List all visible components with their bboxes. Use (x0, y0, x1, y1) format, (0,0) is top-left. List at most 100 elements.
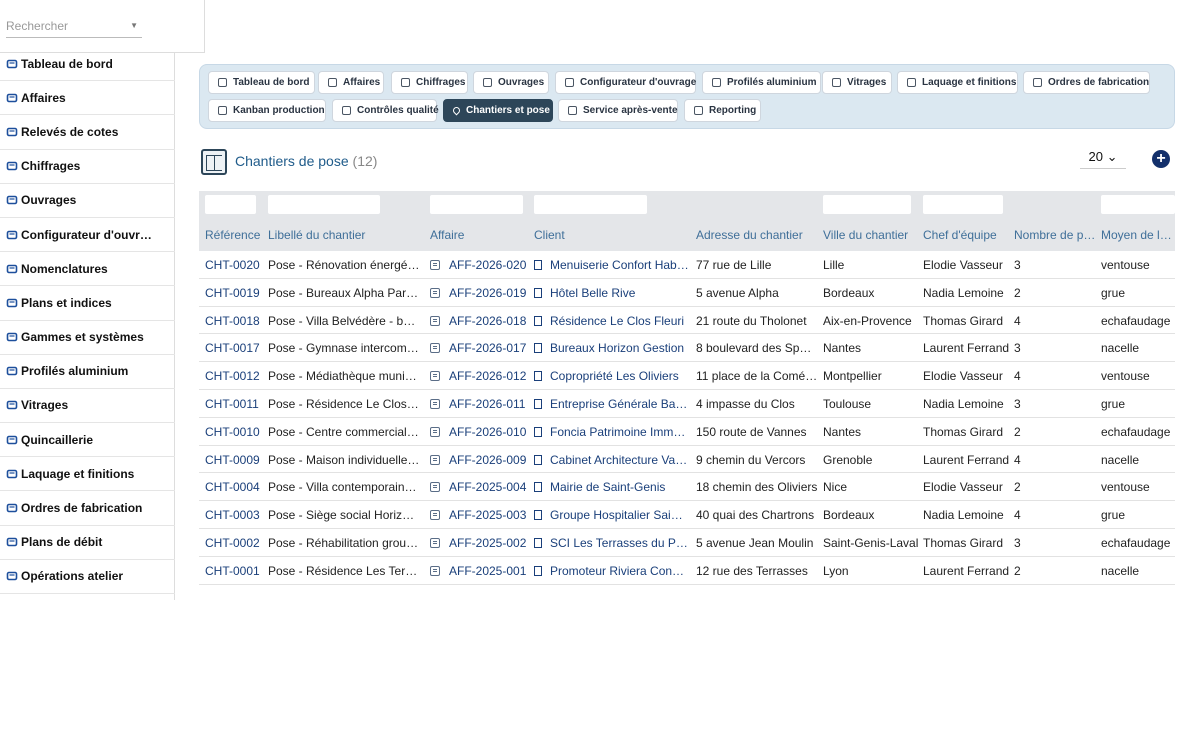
table-row[interactable]: CHT-0003 Pose - Siège social Horizon … AFF… (199, 501, 1175, 529)
sidebar-item[interactable]: Nomenclatures (0, 252, 175, 287)
sidebar-item[interactable]: Gammes et systèmes (0, 321, 175, 355)
sidebar-item[interactable]: Vitrages (0, 389, 175, 424)
sidebar-item[interactable]: Ordres de fabrication (0, 491, 175, 526)
table-cell[interactable]: CHT-0002 (205, 536, 263, 550)
table-cell[interactable]: CHT-0011 (205, 397, 263, 411)
table-row[interactable]: CHT-0012 Pose - Médiathèque munici… AFF-20… (199, 362, 1175, 390)
nav-tab[interactable]: Chiffrages (391, 71, 468, 94)
sidebar-item[interactable]: Plans et indices (0, 286, 175, 321)
table-row[interactable]: CHT-0019 Pose - Bureaux Alpha Park … AFF-2… (199, 279, 1175, 307)
table-row[interactable]: CHT-0009 Pose - Maison individuelle à… AFF… (199, 446, 1175, 474)
column-filter-input[interactable] (1101, 195, 1175, 214)
column-header[interactable]: Affaire (430, 228, 530, 242)
nav-tab[interactable]: Contrôles qualité (332, 99, 439, 122)
table-row[interactable]: CHT-0018 Pose - Villa Belvédère - bai… AFF… (199, 307, 1175, 335)
table-cell[interactable]: AFF-2025-001 (430, 564, 530, 578)
sidebar-item[interactable]: Configurateur d'ouvr… (0, 218, 175, 253)
table-cell[interactable]: Hôtel Belle Rive (534, 286, 689, 300)
cell-text: Lille (823, 258, 845, 272)
table-cell[interactable]: CHT-0010 (205, 425, 263, 439)
table-cell[interactable]: AFF-2026-018 (430, 314, 530, 328)
table-cell[interactable]: AFF-2026-010 (430, 425, 530, 439)
column-header[interactable]: Client (534, 228, 689, 242)
table-cell[interactable]: CHT-0020 (205, 258, 263, 272)
sidebar-item[interactable]: Affaires (0, 81, 175, 116)
nav-tab[interactable]: Ouvrages (473, 71, 549, 94)
sidebar-item[interactable]: Ouvrages (0, 184, 175, 218)
column-filter-input[interactable] (923, 195, 1003, 214)
table-cell[interactable]: CHT-0019 (205, 286, 263, 300)
table-cell[interactable]: AFF-2026-009 (430, 453, 530, 467)
table-cell[interactable]: CHT-0018 (205, 314, 263, 328)
table-cell[interactable]: SCI Les Terrasses du Parc (534, 536, 689, 550)
column-filter-input[interactable] (430, 195, 523, 214)
table-cell[interactable]: Copropriété Les Oliviers (534, 369, 689, 383)
column-header[interactable]: Nombre de p… (1014, 228, 1096, 242)
table-row[interactable]: CHT-0002 Pose - Réhabilitation group… AFF-… (199, 529, 1175, 557)
table-cell[interactable]: CHT-0017 (205, 341, 263, 355)
sidebar-item[interactable]: Relevés de cotes (0, 115, 175, 150)
column-filter-input[interactable] (268, 195, 380, 214)
column-header[interactable]: Moyen de le… (1101, 228, 1175, 242)
nav-tab[interactable]: Reporting (684, 99, 761, 122)
table-cell[interactable]: AFF-2025-003 (430, 508, 530, 522)
column-header[interactable]: Libellé du chantier (268, 228, 420, 242)
nav-tab[interactable]: Vitrages (822, 71, 892, 94)
table-cell[interactable]: Cabinet Architecture Vallon (534, 453, 689, 467)
table-cell[interactable]: AFF-2025-004 (430, 480, 530, 494)
table-row[interactable]: CHT-0020 Pose - Rénovation énergéti… AFF-2… (199, 251, 1175, 279)
nav-tab[interactable]: Service après-vente (558, 99, 678, 122)
table-cell[interactable]: Entreprise Générale Bati… (534, 397, 689, 411)
column-header[interactable]: Chef d'équipe (923, 228, 1011, 242)
sidebar-item[interactable]: Quincaillerie (0, 423, 175, 458)
column-header[interactable]: Adresse du chantier (696, 228, 818, 242)
nav-tab[interactable]: Affaires (318, 71, 384, 94)
sidebar-item[interactable]: Laquage et finitions (0, 457, 175, 492)
table-row[interactable]: CHT-0004 Pose - Villa contemporaine … AFF-… (199, 473, 1175, 502)
column-header[interactable]: Référence (205, 228, 263, 242)
table-cell[interactable]: AFF-2026-020 (430, 258, 530, 272)
table-row[interactable]: CHT-0010 Pose - Centre commercial B… AFF-2… (199, 418, 1175, 446)
column-filter-input[interactable] (823, 195, 911, 214)
page-size-select[interactable]: 20 ⌄ (1080, 149, 1126, 169)
table-cell[interactable]: Menuiserie Confort Habitat (534, 258, 689, 272)
table-cell[interactable]: AFF-2026-017 (430, 341, 530, 355)
table-cell[interactable]: CHT-0012 (205, 369, 263, 383)
table-cell[interactable]: CHT-0001 (205, 564, 263, 578)
sidebar-item[interactable]: Opérations atelier (0, 560, 175, 594)
table-cell[interactable]: Groupe Hospitalier Saint… (534, 508, 689, 522)
cell-text: Nice (823, 480, 848, 495)
table-row[interactable]: CHT-0001 Pose - Résidence Les Terra… AFF-2… (199, 557, 1175, 585)
table-cell[interactable]: AFF-2026-012 (430, 369, 530, 383)
nav-tab-label: Tableau de bord (233, 77, 310, 88)
nav-tab[interactable]: Configurateur d'ouvrage (555, 71, 696, 94)
table-cell[interactable]: AFF-2025-002 (430, 536, 530, 550)
table-cell[interactable]: Bureaux Horizon Gestion (534, 341, 689, 355)
table-cell[interactable]: Résidence Le Clos Fleuri (534, 314, 689, 328)
column-filter-input[interactable] (205, 195, 256, 214)
column-header[interactable]: Ville du chantier (823, 228, 919, 242)
sidebar-item[interactable]: Profilés aluminium (0, 355, 175, 389)
add-button[interactable]: + (1152, 150, 1170, 168)
table-cell[interactable]: Mairie de Saint-Genis (534, 480, 689, 494)
table-cell[interactable]: Foncia Patrimoine Immo… (534, 425, 689, 439)
table-cell[interactable]: Promoteur Riviera Const… (534, 564, 689, 578)
table-cell[interactable]: CHT-0003 (205, 508, 263, 522)
table-row[interactable]: CHT-0017 Pose - Gymnase intercomm… AFF-202… (199, 334, 1175, 363)
nav-tab[interactable]: Kanban production (208, 99, 326, 122)
nav-tab[interactable]: Chantiers et pose (443, 99, 553, 122)
search-select[interactable]: Rechercher ▼ (6, 19, 142, 38)
nav-tab[interactable]: Ordres de fabrication (1023, 71, 1150, 94)
table-cell[interactable]: AFF-2026-011 (430, 397, 530, 411)
table-cell[interactable]: CHT-0004 (205, 480, 263, 494)
nav-tab[interactable]: Profilés aluminium (702, 71, 821, 94)
nav-tab[interactable]: Laquage et finitions (897, 71, 1018, 94)
sidebar-item[interactable]: Plans de débit (0, 526, 175, 560)
table-row[interactable]: CHT-0011 Pose - Résidence Le Clos F… AFF-2… (199, 390, 1175, 418)
nav-tab[interactable]: Tableau de bord (208, 71, 315, 94)
table-cell[interactable]: CHT-0009 (205, 453, 263, 467)
table-cell[interactable]: AFF-2026-019 (430, 286, 530, 300)
caret-down-icon[interactable]: ▼ (130, 21, 138, 30)
sidebar-item[interactable]: Chiffrages (0, 150, 175, 184)
column-filter-input[interactable] (534, 195, 647, 214)
